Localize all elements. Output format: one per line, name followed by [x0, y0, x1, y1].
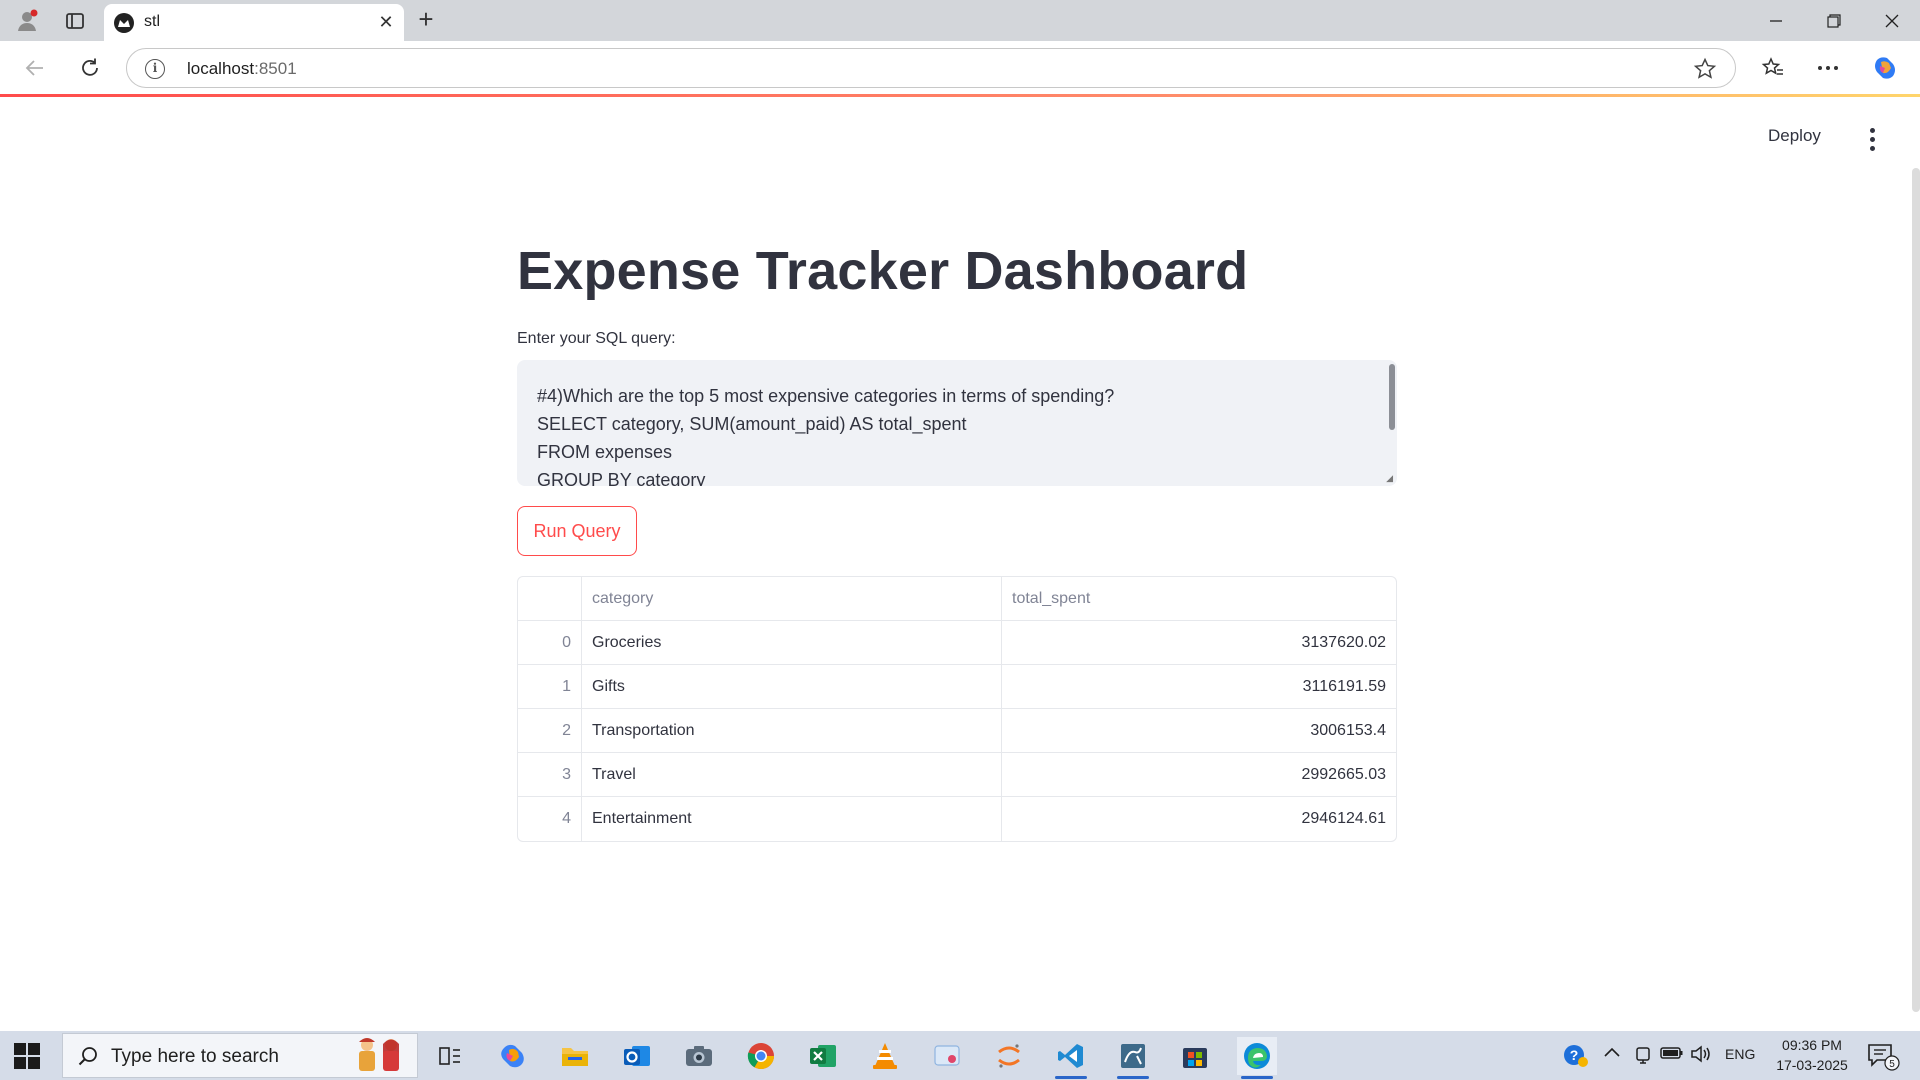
clock-date: 17-03-2025 [1776, 1057, 1848, 1073]
category-cell[interactable]: Gifts [582, 665, 1002, 708]
row-index: 0 [518, 621, 582, 664]
edge-icon[interactable] [1237, 1037, 1277, 1079]
more-options-icon[interactable] [1813, 53, 1843, 83]
total-spent-cell[interactable]: 3116191.59 [1002, 665, 1396, 708]
profile-icon[interactable] [14, 8, 40, 34]
favorites-icon[interactable] [1758, 53, 1788, 83]
battery-icon[interactable] [1660, 1045, 1684, 1061]
vscode-icon[interactable] [1051, 1037, 1091, 1079]
help-icon[interactable]: ? [1562, 1043, 1590, 1069]
address-url[interactable]: localhost:8501 [187, 59, 297, 79]
taskbar-search-box[interactable]: Type here to search [62, 1033, 418, 1078]
taskbar-clock[interactable]: 09:36 PM 17-03-2025 [1764, 1035, 1860, 1075]
browser-toolbar: i localhost:8501 [0, 41, 1920, 94]
textarea-scrollbar[interactable] [1389, 364, 1395, 430]
index-header [518, 577, 582, 620]
sql-query-text[interactable]: #4)Which are the top 5 most expensive ca… [537, 382, 1114, 486]
outlook-icon[interactable] [617, 1037, 657, 1075]
table-row[interactable]: 4 Entertainment 2946124.61 [518, 797, 1396, 841]
page-top-accent-bar [0, 94, 1920, 97]
back-icon[interactable] [20, 53, 50, 83]
row-index: 3 [518, 753, 582, 796]
volume-icon[interactable] [1690, 1045, 1712, 1063]
minimize-icon[interactable] [1756, 8, 1796, 34]
total-spent-cell[interactable]: 3006153.4 [1002, 709, 1396, 752]
search-highlight-figures-icon[interactable] [347, 1036, 413, 1076]
run-query-button[interactable]: Run Query [517, 506, 637, 556]
table-header-row: category total_spent [518, 577, 1396, 621]
textarea-resize-handle[interactable]: ◢ [1386, 473, 1393, 484]
sql-query-label: Enter your SQL query: [517, 330, 676, 347]
windows-start-icon[interactable] [14, 1043, 40, 1069]
main-menu-icon[interactable] [1862, 124, 1882, 154]
excel-icon[interactable] [803, 1037, 843, 1075]
category-cell[interactable]: Travel [582, 753, 1002, 796]
show-hidden-icons-chevron-icon[interactable] [1603, 1045, 1621, 1059]
search-placeholder[interactable]: Type here to search [111, 1046, 279, 1068]
row-index: 4 [518, 797, 582, 841]
clock-time: 09:36 PM [1782, 1037, 1842, 1053]
category-cell[interactable]: Transportation [582, 709, 1002, 752]
table-row[interactable]: 0 Groceries 3137620.02 [518, 621, 1396, 665]
tab-close-icon[interactable]: ✕ [376, 12, 396, 32]
snipping-tool-icon[interactable] [927, 1037, 967, 1075]
sql-query-textarea[interactable]: #4)Which are the top 5 most expensive ca… [517, 360, 1397, 486]
address-bar[interactable]: i localhost:8501 [126, 48, 1736, 88]
category-cell[interactable]: Entertainment [582, 797, 1002, 841]
row-index: 1 [518, 665, 582, 708]
browser-tab[interactable]: stl ✕ [104, 4, 404, 41]
column-header-total-spent[interactable]: total_spent [1002, 577, 1396, 620]
new-tab-icon[interactable]: + [412, 6, 440, 34]
vlc-icon[interactable] [865, 1037, 905, 1075]
page-title: Expense Tracker Dashboard [517, 241, 1249, 301]
category-cell[interactable]: Groceries [582, 621, 1002, 664]
file-explorer-icon[interactable] [555, 1037, 595, 1075]
camera-icon[interactable] [679, 1037, 719, 1075]
total-spent-cell[interactable]: 3137620.02 [1002, 621, 1396, 664]
page-scrollbar[interactable] [1912, 168, 1920, 1012]
deploy-button[interactable]: Deploy [1768, 126, 1821, 146]
svg-text:?: ? [1570, 1047, 1579, 1063]
mysql-workbench-icon[interactable] [1113, 1037, 1153, 1079]
close-window-icon[interactable] [1872, 8, 1912, 34]
tab-title: stl [144, 13, 160, 30]
search-icon [77, 1045, 99, 1067]
windows-taskbar: Type here to search ? ENG 09:36 PM 17-03… [0, 1031, 1920, 1080]
language-indicator[interactable]: ENG [1725, 1046, 1755, 1062]
jupyter-icon[interactable] [989, 1037, 1029, 1075]
copilot-icon[interactable] [1870, 53, 1900, 83]
notification-center-icon[interactable]: 5 [1866, 1041, 1900, 1071]
site-info-icon[interactable]: i [145, 59, 165, 79]
total-spent-cell[interactable]: 2992665.03 [1002, 753, 1396, 796]
row-index: 2 [518, 709, 582, 752]
refresh-icon[interactable] [75, 53, 105, 83]
restore-icon[interactable] [1814, 8, 1854, 34]
streamlit-favicon-icon [114, 13, 134, 33]
copilot-icon[interactable] [493, 1037, 533, 1075]
column-header-category[interactable]: category [582, 577, 1002, 620]
table-row[interactable]: 3 Travel 2992665.03 [518, 753, 1396, 797]
notification-count: 5 [1889, 1059, 1895, 1070]
favorite-star-icon[interactable] [1693, 57, 1717, 81]
table-row[interactable]: 2 Transportation 3006153.4 [518, 709, 1396, 753]
task-view-icon[interactable] [430, 1037, 470, 1075]
browser-tab-bar: stl ✕ + [0, 0, 1920, 41]
device-icon[interactable] [1633, 1045, 1653, 1065]
tab-actions-icon[interactable] [62, 8, 88, 34]
store-icon[interactable] [1175, 1037, 1215, 1075]
total-spent-cell[interactable]: 2946124.61 [1002, 797, 1396, 841]
table-row[interactable]: 1 Gifts 3116191.59 [518, 665, 1396, 709]
chrome-icon[interactable] [741, 1037, 781, 1075]
results-dataframe[interactable]: category total_spent 0 Groceries 3137620… [517, 576, 1397, 842]
